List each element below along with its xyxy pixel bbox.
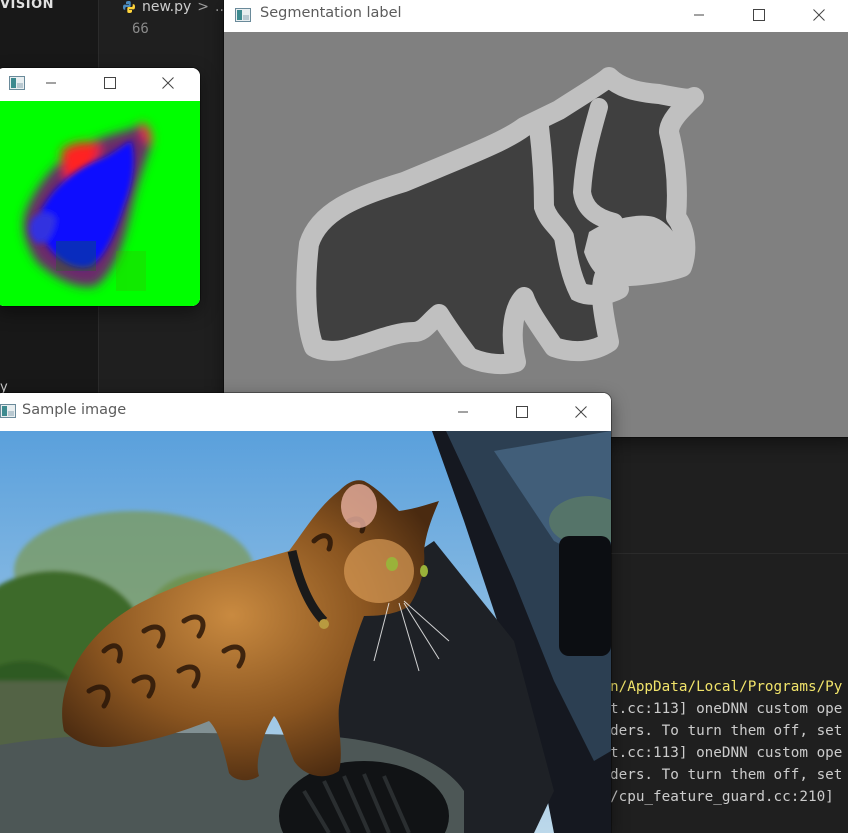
- editor-tab-new-py[interactable]: new.py > ..: [122, 0, 224, 18]
- cat-face: [344, 539, 414, 603]
- side-mirror: [559, 536, 611, 656]
- terminal-line: t.cc:113] oneDNN custom ope: [610, 701, 843, 717]
- maximize-icon: [516, 406, 528, 418]
- maximize-icon: [104, 77, 116, 89]
- minimize-icon: [694, 14, 704, 16]
- cat-eye-far: [420, 565, 428, 577]
- cat-photo: [0, 431, 611, 833]
- close-button[interactable]: [146, 68, 190, 98]
- minimize-button[interactable]: [29, 68, 73, 98]
- minimize-icon: [458, 411, 468, 413]
- terminal-line: /cpu_feature_guard.cc:210]: [610, 789, 834, 805]
- maximize-button[interactable]: [736, 0, 782, 30]
- maximize-button[interactable]: [499, 397, 545, 427]
- prediction-mask-window[interactable]: [0, 68, 200, 306]
- close-icon: [575, 406, 587, 418]
- terminal-line: t.cc:113] oneDNN custom ope: [610, 745, 843, 761]
- minimize-icon: [46, 82, 56, 84]
- panel-divider: [600, 553, 848, 554]
- terminal-output[interactable]: n/AppData/Local/Programs/Py t.cc:113] one…: [610, 676, 848, 808]
- segmentation-mask-canvas: [224, 32, 848, 437]
- close-button[interactable]: [796, 0, 842, 30]
- segmentation-label-window[interactable]: Segmentation label: [224, 0, 848, 437]
- sample-window-title: Sample image: [22, 402, 127, 418]
- collar-bell: [319, 619, 329, 629]
- maximize-button[interactable]: [88, 68, 132, 98]
- predicted-mask: [0, 101, 200, 306]
- minimize-button[interactable]: [676, 0, 722, 30]
- sample-image-window[interactable]: Sample image: [0, 393, 611, 833]
- segmentation-title-bar[interactable]: Segmentation label: [224, 0, 848, 32]
- app-window-icon: [235, 8, 251, 22]
- tab-filename: new.py: [142, 0, 192, 15]
- explorer-header: VISION: [0, 0, 55, 12]
- line-number: 66: [132, 21, 149, 37]
- app-window-icon: [0, 404, 16, 418]
- terminal-line: n/AppData/Local/Programs/Py: [610, 679, 843, 695]
- breadcrumb-more[interactable]: ..: [215, 0, 224, 15]
- close-icon: [813, 9, 825, 21]
- python-file-icon: [123, 1, 135, 14]
- sample-title-bar[interactable]: Sample image: [0, 393, 611, 431]
- prediction-title-bar[interactable]: [0, 68, 200, 100]
- segmentation-window-title: Segmentation label: [260, 5, 402, 21]
- terminal-line: ders. To turn them off, set: [610, 767, 843, 783]
- segmentation-mask: [224, 32, 848, 437]
- app-window-icon: [9, 76, 25, 90]
- close-button[interactable]: [558, 397, 604, 427]
- sample-photo: [0, 431, 611, 833]
- cat-eye: [386, 557, 398, 571]
- minimize-button[interactable]: [440, 397, 486, 427]
- terminal-line: ders. To turn them off, set: [610, 723, 843, 739]
- breadcrumb-separator: >: [197, 0, 210, 15]
- close-icon: [162, 77, 174, 89]
- maximize-icon: [753, 9, 765, 21]
- cat-ear: [341, 484, 377, 528]
- prediction-mask-canvas: [0, 101, 200, 306]
